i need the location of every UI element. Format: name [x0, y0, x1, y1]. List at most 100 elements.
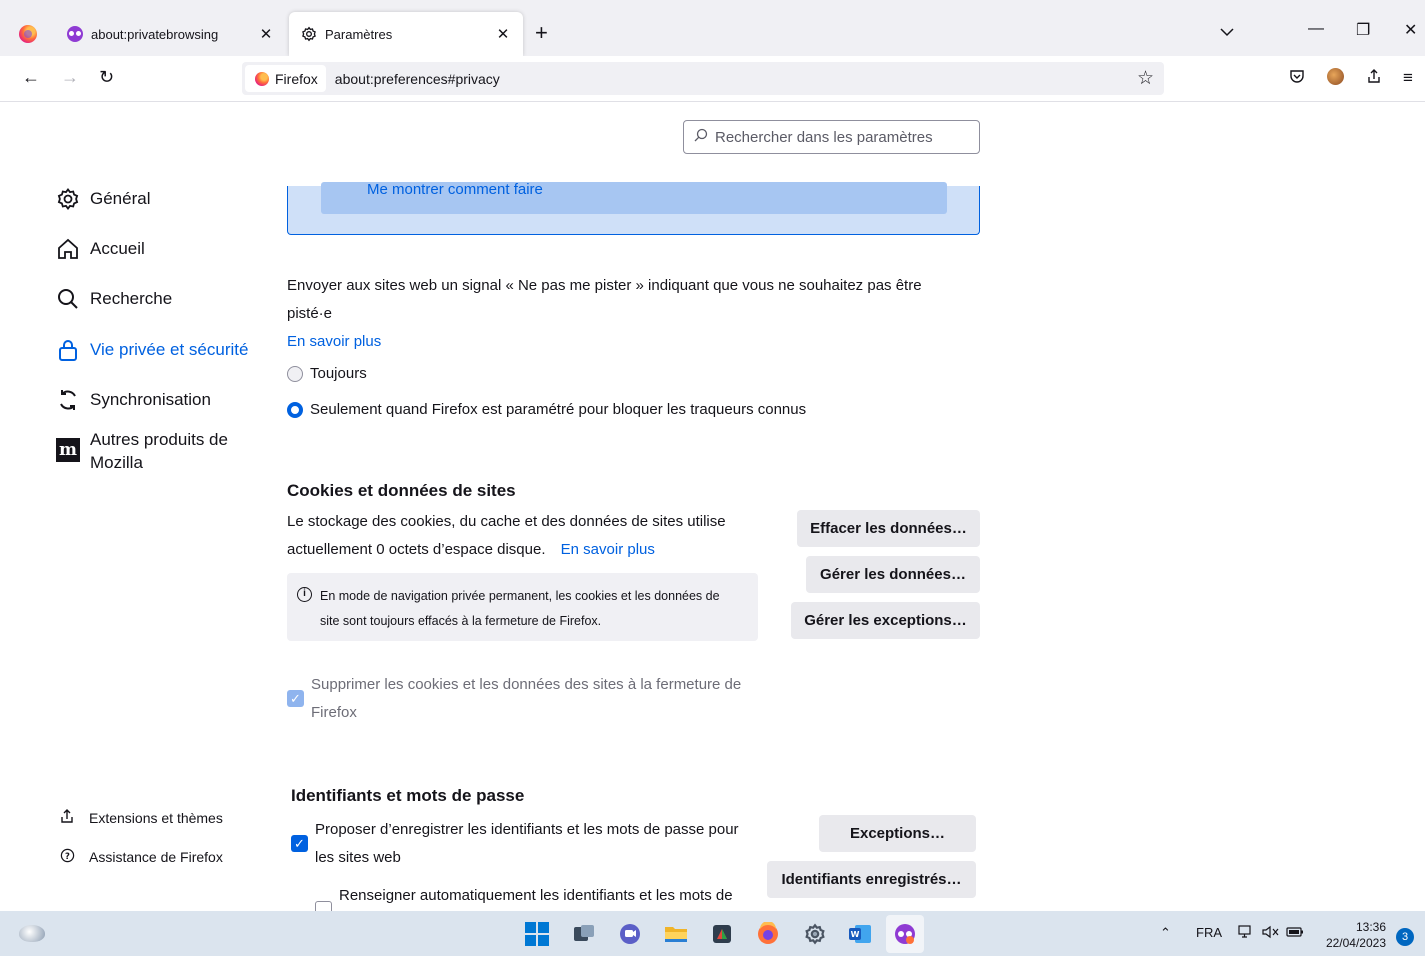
sidebar-firefox-support[interactable]: ? Assistance de Firefox	[58, 848, 223, 866]
tab-settings[interactable]: Paramètres ✕	[289, 12, 523, 56]
help-icon: ?	[58, 848, 76, 866]
show-me-how-button[interactable]: Me montrer comment faire	[321, 182, 947, 214]
dnt-description-line2: pisté·e	[287, 305, 333, 322]
svg-text:W: W	[851, 930, 860, 939]
tab-strip: about:privatebrowsing ✕ Paramètres ✕ + —…	[0, 0, 1425, 56]
hamburger-menu-icon[interactable]: ≡	[1403, 68, 1413, 88]
close-tab-icon[interactable]: ✕	[252, 25, 280, 43]
account-avatar-icon[interactable]	[1327, 68, 1344, 85]
firefox-private-taskbar-icon[interactable]	[886, 915, 924, 953]
url-text[interactable]: about:preferences#privacy	[335, 71, 500, 87]
taskbar: W ⌃ FRA 13:36 22/04/2023 3	[0, 911, 1425, 956]
new-tab-button[interactable]: +	[535, 20, 548, 46]
radio-button-selected[interactable]	[287, 401, 303, 418]
store-app-icon[interactable]	[709, 921, 735, 947]
close-window-icon[interactable]: ✕	[1404, 20, 1417, 40]
sidebar-item-sync[interactable]: Synchronisation	[56, 388, 211, 412]
manage-data-button[interactable]: Gérer les données…	[806, 556, 980, 593]
gear-icon	[301, 26, 317, 42]
identity-box[interactable]: Firefox	[245, 65, 326, 92]
footer-item-label: Extensions et thèmes	[89, 809, 223, 826]
bookmark-star-icon[interactable]: ☆	[1137, 67, 1154, 90]
list-all-tabs-icon[interactable]	[1220, 24, 1234, 40]
delete-cookies-label-line2: Firefox	[311, 704, 357, 721]
dnt-radio-only-when-blocking[interactable]: Seulement quand Firefox est paramétré po…	[287, 401, 806, 418]
tab-private-browsing[interactable]: about:privatebrowsing ✕	[55, 12, 286, 56]
lock-icon	[56, 338, 80, 362]
dnt-radio-always[interactable]: Toujours	[287, 365, 367, 382]
private-mode-note: i En mode de navigation privée permanent…	[287, 573, 758, 641]
firefox-menu-icon[interactable]	[19, 25, 37, 43]
close-tab-icon[interactable]: ✕	[489, 25, 517, 43]
battery-icon[interactable]	[1286, 925, 1304, 942]
logins-heading: Identifiants et mots de passe	[291, 786, 525, 805]
reload-icon[interactable]: ↻	[99, 67, 114, 88]
offer-save-logins-checkbox[interactable]: ✓	[291, 835, 308, 852]
home-icon	[56, 237, 80, 261]
radio-button[interactable]	[287, 365, 303, 382]
sidebar-item-label-line2: Mozilla	[90, 453, 143, 472]
search-input[interactable]: Rechercher dans les paramètres	[683, 120, 980, 154]
teams-chat-icon[interactable]	[617, 921, 643, 947]
tab-title: Paramètres	[325, 26, 393, 42]
gear-icon	[56, 187, 80, 211]
firefox-icon	[255, 71, 269, 86]
footer-item-label: Assistance de Firefox	[89, 849, 223, 865]
task-view-icon[interactable]	[571, 921, 597, 947]
tab-title: about:privatebrowsing	[91, 26, 219, 42]
identity-label: Firefox	[275, 70, 318, 87]
extensions-icon	[58, 808, 76, 827]
delete-cookies-on-close-checkbox[interactable]: ✓	[287, 690, 304, 707]
notification-badge[interactable]: 3	[1396, 928, 1414, 946]
login-exceptions-button[interactable]: Exceptions…	[819, 815, 976, 852]
sidebar-item-search[interactable]: Recherche	[56, 287, 172, 311]
clock[interactable]: 13:36 22/04/2023	[1320, 919, 1386, 951]
dnt-learn-more-link[interactable]: En savoir plus	[287, 328, 381, 356]
start-button-windows-icon[interactable]	[524, 921, 550, 947]
chevron-up-icon[interactable]: ⌃	[1160, 925, 1171, 941]
search-placeholder: Rechercher dans les paramètres	[715, 128, 933, 146]
autofill-label-line1: Renseigner automatiquement les identifia…	[339, 887, 733, 904]
back-arrow-icon[interactable]: ←	[22, 67, 40, 88]
volume-muted-icon[interactable]	[1262, 925, 1280, 942]
saved-logins-button[interactable]: Identifiants enregistrés…	[767, 861, 976, 898]
language-indicator[interactable]: FRA	[1196, 925, 1222, 940]
share-icon[interactable]	[1366, 68, 1382, 89]
file-explorer-icon[interactable]	[663, 921, 689, 947]
sidebar-item-label: Accueil	[90, 239, 145, 258]
sidebar-item-mozilla-products[interactable]: m Autres produits de Mozilla	[56, 428, 228, 474]
restore-icon[interactable]: ❐	[1356, 20, 1370, 40]
settings-gear-icon[interactable]	[802, 921, 828, 947]
manage-exceptions-button[interactable]: Gérer les exceptions…	[791, 602, 980, 639]
cookies-learn-more-link[interactable]: En savoir plus	[561, 541, 655, 558]
firefox-taskbar-icon[interactable]	[755, 921, 781, 947]
weather-widget-icon[interactable]	[19, 925, 45, 942]
sidebar-item-label: Général	[90, 189, 151, 208]
clock-date: 22/04/2023	[1325, 936, 1386, 950]
search-icon	[694, 128, 710, 146]
clear-data-button[interactable]: Effacer les données…	[797, 510, 980, 547]
sidebar-item-general[interactable]: Général	[56, 187, 150, 211]
note-line1: En mode de navigation privée permanent, …	[320, 589, 720, 603]
pocket-icon[interactable]	[1289, 68, 1305, 89]
offer-save-label-line2: les sites web	[315, 849, 401, 866]
sidebar-item-label: Synchronisation	[90, 390, 211, 409]
info-icon: i	[297, 587, 312, 602]
sidebar-item-privacy[interactable]: Vie privée et sécurité	[56, 338, 248, 362]
search-icon	[56, 287, 80, 311]
delete-cookies-label-line1: Supprimer les cookies et les données des…	[311, 676, 742, 693]
url-bar[interactable]: Firefox about:preferences#privacy ☆	[242, 62, 1164, 95]
note-line2: site sont toujours effacés à la fermetur…	[320, 614, 602, 628]
forward-arrow-icon[interactable]: →	[61, 67, 79, 88]
network-icon[interactable]	[1238, 925, 1254, 942]
clock-time: 13:36	[1355, 920, 1386, 934]
sidebar-extensions-themes[interactable]: Extensions et thèmes	[58, 808, 223, 827]
private-browsing-icon	[67, 26, 83, 42]
sidebar-item-home[interactable]: Accueil	[56, 237, 145, 261]
minimize-icon[interactable]: —	[1308, 20, 1324, 38]
dnt-description-line1: Envoyer aux sites web un signal « Ne pas…	[287, 277, 922, 294]
word-icon[interactable]: W	[847, 921, 873, 947]
sync-icon	[56, 388, 80, 412]
cookies-description-line1: Le stockage des cookies, du cache et des…	[287, 513, 726, 530]
mozilla-icon: m	[56, 438, 80, 462]
